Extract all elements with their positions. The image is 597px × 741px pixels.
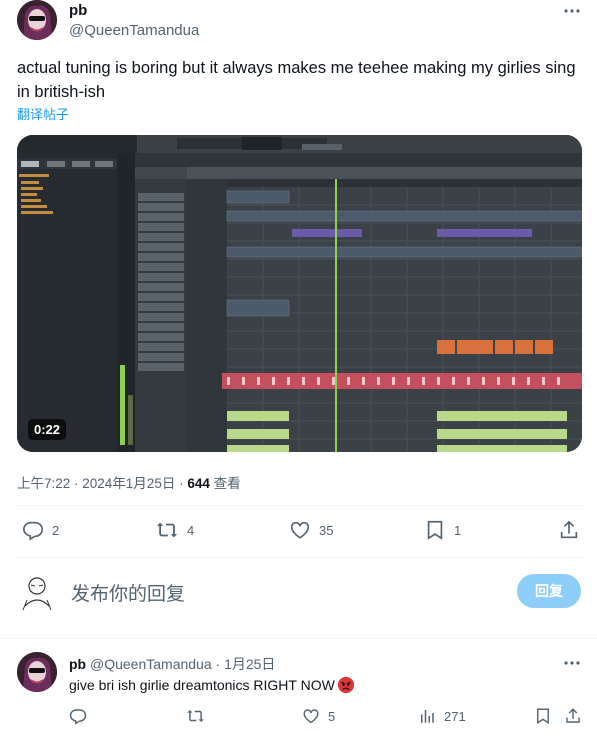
reply-button[interactable]: 2 xyxy=(22,519,59,541)
like-button[interactable]: 35 xyxy=(289,519,333,541)
share-icon xyxy=(566,708,580,723)
bookmark-button[interactable]: 1 xyxy=(424,519,461,541)
reply-icon xyxy=(23,521,43,541)
video-timestamp: 0:22 xyxy=(28,419,67,440)
reply-text-body: give bri ish girlie dreamtonics RIGHT NO… xyxy=(69,677,335,693)
reply-author-line: pb @QueenTamandua · 1月25日 xyxy=(69,654,275,674)
angry-face-icon xyxy=(337,676,354,694)
reply-author-name[interactable]: pb xyxy=(69,656,86,672)
like-count: 35 xyxy=(319,522,334,538)
more-options-icon[interactable] xyxy=(563,4,581,18)
avatar-image xyxy=(17,0,57,40)
bookmark-icon xyxy=(427,520,443,540)
heart-icon xyxy=(290,521,310,539)
share-button[interactable] xyxy=(558,519,580,541)
tweet-meta: 上午7:22 · 2024年1月25日 · 644 查看 xyxy=(17,472,241,492)
reply-like-button[interactable]: 5 xyxy=(302,707,335,725)
reply-reply-button[interactable] xyxy=(69,707,95,725)
reply-retweet-button[interactable] xyxy=(186,707,213,725)
reply-views-count: 271 xyxy=(444,708,466,724)
reply-date[interactable]: · 1月25日 xyxy=(216,656,276,672)
reply-avatar[interactable] xyxy=(17,652,57,692)
retweet-count: 4 xyxy=(187,522,195,538)
reply-share-button[interactable] xyxy=(564,707,582,725)
avatar[interactable] xyxy=(17,0,57,40)
reply-submit-button[interactable]: 回复 xyxy=(517,574,581,608)
reply-icon xyxy=(69,709,87,725)
compose-avatar xyxy=(17,572,57,612)
analytics-icon xyxy=(421,710,434,723)
reply-submit-label: 回复 xyxy=(535,583,563,599)
share-icon xyxy=(560,520,578,539)
translate-post-link[interactable]: 翻译帖子 xyxy=(17,104,69,123)
view-count: 644 xyxy=(187,476,210,491)
divider xyxy=(0,638,597,639)
author-name[interactable]: pb xyxy=(69,2,87,19)
retweet-icon xyxy=(187,710,204,722)
reply-author-handle[interactable]: @QueenTamandua xyxy=(90,656,212,672)
bookmark-count: 1 xyxy=(454,522,462,538)
reply-text: give bri ish girlie dreamtonics RIGHT NO… xyxy=(69,676,355,694)
reply-count: 2 xyxy=(52,522,60,538)
heart-icon xyxy=(303,709,319,724)
bookmark-icon xyxy=(537,708,549,725)
reply-bookmark-button[interactable] xyxy=(534,707,552,725)
retweet-icon xyxy=(156,522,178,538)
reply-more-options-icon[interactable] xyxy=(563,656,581,670)
tweet-text: actual tuning is boring but it always ma… xyxy=(17,59,576,101)
retweet-button[interactable]: 4 xyxy=(155,519,194,541)
reply-like-count: 5 xyxy=(328,708,336,724)
reply-views-button[interactable]: 271 xyxy=(418,707,466,725)
tweet-timestamp[interactable]: 上午7:22 · 2024年1月25日 · xyxy=(17,476,187,491)
video-time-label: 0:22 xyxy=(34,422,61,437)
daw-screenshot xyxy=(17,135,582,452)
divider xyxy=(17,557,582,558)
divider xyxy=(17,505,582,506)
author-handle[interactable]: @QueenTamandua xyxy=(69,22,199,39)
reply-input[interactable]: 发布你的回复 xyxy=(71,579,491,606)
view-label: 查看 xyxy=(209,476,241,491)
video-player[interactable]: 0:22 xyxy=(17,135,582,452)
